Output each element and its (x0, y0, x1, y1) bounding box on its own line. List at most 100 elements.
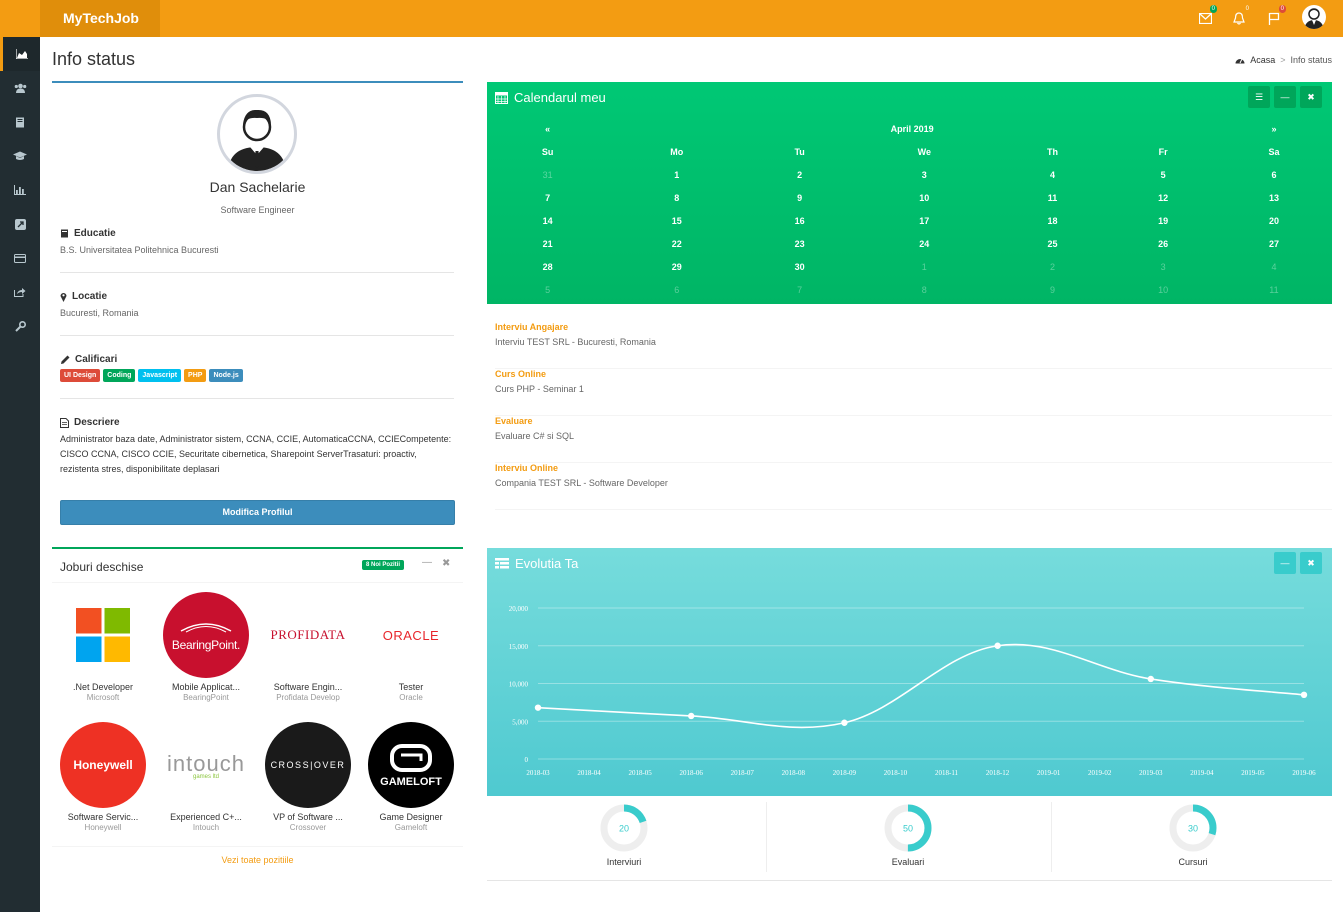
knob-evaluari[interactable]: 50 Evaluari (858, 802, 958, 867)
bearingpoint-logo-text: BearingPoint. (171, 637, 241, 652)
calendar-day[interactable]: 27 (1216, 232, 1332, 255)
event-title[interactable]: Interviu Angajare (495, 322, 568, 332)
calendar-day[interactable]: 19 (1110, 209, 1216, 232)
calendar-day[interactable]: 12 (1110, 186, 1216, 209)
calendar-day[interactable]: 23 (745, 232, 854, 255)
flag-icon[interactable]: 0 (1264, 5, 1286, 28)
calendar-day[interactable]: 3 (1110, 255, 1216, 278)
calendar-day[interactable]: 4 (995, 163, 1111, 186)
close-icon[interactable]: ✖ (1300, 86, 1322, 108)
calendar-day[interactable]: 1 (854, 255, 995, 278)
sidebar-item-settings[interactable] (0, 309, 40, 343)
calendar-month[interactable]: April 2019 (608, 117, 1216, 140)
user-avatar[interactable] (1302, 5, 1326, 29)
knob-value: 30 (1188, 824, 1198, 834)
breadcrumb: Acasa > Info status (1235, 55, 1332, 65)
bell-icon[interactable]: 0 (1229, 5, 1251, 28)
profidata-logo: PROFIDATA (265, 592, 351, 678)
profile-box: Dan Sachelarie Software Engineer Educati… (52, 81, 463, 534)
calendar-day[interactable]: 29 (608, 255, 745, 278)
calendar-day[interactable]: 28 (487, 255, 608, 278)
calendar-day[interactable]: 11 (995, 186, 1111, 209)
calendar-day[interactable]: 7 (745, 278, 854, 301)
knob-cursuri[interactable]: 30 Cursuri (1143, 802, 1243, 867)
calendar-day[interactable]: 16 (745, 209, 854, 232)
calendar-day[interactable]: 9 (745, 186, 854, 209)
event-item[interactable]: Interviu Online Compania TEST SRL - Softw… (495, 463, 1332, 510)
calendar-day[interactable]: 2 (995, 255, 1111, 278)
calendar-day[interactable]: 11 (1216, 278, 1332, 301)
calendar-day[interactable]: 21 (487, 232, 608, 255)
job-card[interactable]: PROFIDATA Software Engin... Profidata De… (262, 592, 354, 702)
calendar-next-button[interactable]: » (1216, 117, 1332, 140)
event-item[interactable]: Interviu Angajare Interviu TEST SRL - Buc… (495, 322, 1332, 369)
calendar-day[interactable]: 9 (995, 278, 1111, 301)
job-card[interactable]: intouch games ltd Experienced C+... Into… (160, 722, 252, 833)
breadcrumb-home[interactable]: Acasa (1250, 55, 1275, 65)
calendar-day[interactable]: 7 (487, 186, 608, 209)
area-chart-icon (15, 49, 28, 59)
calendar-day[interactable]: 8 (854, 278, 995, 301)
calendar-day[interactable]: 18 (995, 209, 1111, 232)
y-tick-label: 0 (525, 756, 529, 764)
calendar-weekday: Tu (794, 146, 805, 157)
event-item[interactable]: Evaluare Evaluare C# si SQL (495, 416, 1332, 463)
calendar-day[interactable]: 14 (487, 209, 608, 232)
job-card[interactable]: .Net Developer Microsoft (57, 592, 149, 702)
sidebar-item-education[interactable] (0, 139, 40, 173)
sidebar-item-payments[interactable] (0, 241, 40, 275)
event-item[interactable]: Curs Online Curs PHP - Seminar 1 (495, 369, 1332, 416)
knob-label: Cursuri (1178, 857, 1208, 867)
mail-icon[interactable]: 0 (1195, 5, 1217, 28)
event-title[interactable]: Interviu Online (495, 463, 558, 473)
menu-icon[interactable]: ☰ (1248, 86, 1270, 108)
calendar-day[interactable]: 15 (608, 209, 745, 232)
calendar-day[interactable]: 31 (487, 163, 608, 186)
calendar-day[interactable]: 2 (745, 163, 854, 186)
sidebar-item-statistics[interactable] (0, 173, 40, 207)
calendar-day[interactable]: 4 (1216, 255, 1332, 278)
calendar-day[interactable]: 22 (608, 232, 745, 255)
event-title[interactable]: Evaluare (495, 416, 533, 426)
calendar-day[interactable]: 25 (995, 232, 1111, 255)
close-icon[interactable]: ✖ (442, 558, 450, 569)
calendar-day[interactable]: 13 (1216, 186, 1332, 209)
job-card[interactable]: Honeywell Software Servic... Honeywell (57, 722, 149, 832)
knob-interviuri[interactable]: 20 Interviuri (574, 802, 674, 867)
brand-logo[interactable]: MyTechJob (40, 0, 160, 37)
y-tick-label: 10,000 (509, 681, 529, 689)
collapse-icon[interactable]: — (422, 557, 432, 568)
calendar-day[interactable]: 3 (854, 163, 995, 186)
sidebar-item-book[interactable] (0, 105, 40, 139)
calendar-day[interactable]: 8 (608, 186, 745, 209)
calendar-weekday: We (917, 146, 931, 157)
calendar-day[interactable]: 6 (1216, 163, 1332, 186)
sidebar-item-external[interactable] (0, 207, 40, 241)
sidebar-item-dashboard[interactable] (0, 37, 40, 71)
education-section: Educatie B.S. Universitatea Politehnica … (60, 228, 454, 273)
sidebar-item-share[interactable] (0, 275, 40, 309)
calendar-day[interactable]: 10 (854, 186, 995, 209)
calendar-icon (495, 92, 508, 104)
view-all-jobs-link[interactable]: Vezi toate pozitiile (52, 846, 463, 865)
sidebar-item-users[interactable] (0, 71, 40, 105)
calendar-day[interactable]: 20 (1216, 209, 1332, 232)
calendar-day[interactable]: 5 (1110, 163, 1216, 186)
calendar-day[interactable]: 1 (608, 163, 745, 186)
collapse-icon[interactable]: — (1274, 86, 1296, 108)
edit-profile-button[interactable]: Modifica Profilul (60, 500, 455, 525)
job-card[interactable]: CROSS|OVER VP of Software ... Crossover (262, 722, 354, 832)
calendar-day[interactable]: 6 (608, 278, 745, 301)
job-card[interactable]: GAMELOFT Game Designer Gameloft (365, 722, 457, 832)
calendar-day[interactable]: 24 (854, 232, 995, 255)
calendar-day[interactable]: 5 (487, 278, 608, 301)
calendar-day[interactable]: 26 (1110, 232, 1216, 255)
event-title[interactable]: Curs Online (495, 369, 546, 379)
calendar-prev-button[interactable]: « (487, 117, 608, 140)
job-card[interactable]: ORACLE Tester Oracle (365, 592, 457, 703)
job-card[interactable]: BearingPoint. Mobile Applicat... Bearing… (160, 592, 252, 702)
calendar-day[interactable]: 30 (745, 255, 854, 278)
calendar-day[interactable]: 17 (854, 209, 995, 232)
calendar-day[interactable]: 10 (1110, 278, 1216, 301)
y-tick-label: 20,000 (509, 605, 529, 613)
